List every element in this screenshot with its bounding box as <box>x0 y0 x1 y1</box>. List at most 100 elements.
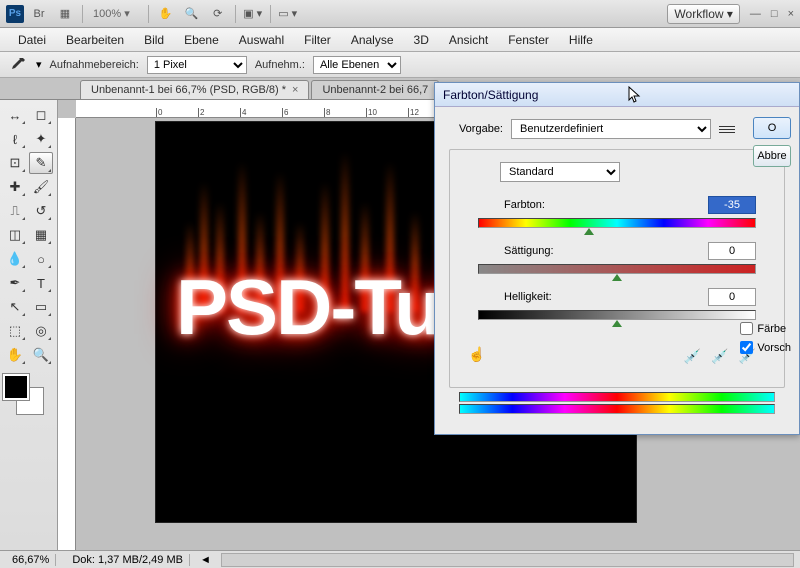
hue-input[interactable] <box>708 196 756 214</box>
menu-3d[interactable]: 3D <box>404 30 439 50</box>
saturation-input[interactable] <box>708 242 756 260</box>
preset-select[interactable]: Benutzerdefiniert <box>511 119 711 139</box>
eyedropper-tool[interactable]: ✎ <box>29 152 53 174</box>
colorize-checkbox[interactable]: Färbe <box>740 322 791 335</box>
menu-fenster[interactable]: Fenster <box>498 30 559 50</box>
options-label-aufnehm: Aufnehm.: <box>255 59 305 71</box>
slider-thumb[interactable] <box>612 274 622 281</box>
lightness-label: Helligkeit: <box>504 291 552 303</box>
separator <box>235 5 236 23</box>
application-bar: Ps Br ▦ 100% ▾ ✋ 🔍 ⟳ ▣ ▾ ▭ ▾ Workflow ▾ … <box>0 0 800 28</box>
lightness-input[interactable] <box>708 288 756 306</box>
menu-hilfe[interactable]: Hilfe <box>559 30 603 50</box>
menu-datei[interactable]: Datei <box>8 30 56 50</box>
shape-tool[interactable]: ▭ <box>29 296 53 318</box>
wand-tool[interactable]: ✦ <box>29 128 53 150</box>
hue-saturation-dialog: Farbton/Sättigung O Abbre Vorgabe: Benut… <box>434 82 800 435</box>
bridge-icon[interactable]: Br <box>28 4 50 24</box>
edit-select[interactable]: Standard <box>500 162 620 182</box>
3d-tool[interactable]: ⬚ <box>3 320 27 342</box>
status-bar: 66,67% Dok: 1,37 MB/2,49 MB ◄ <box>0 550 800 568</box>
separator <box>148 5 149 23</box>
eraser-tool[interactable]: ◫ <box>3 224 27 246</box>
pen-tool[interactable]: ✒ <box>3 272 27 294</box>
stamp-tool[interactable]: ⎍ <box>3 200 27 222</box>
marquee-tool[interactable]: ◻ <box>29 104 53 126</box>
options-bar: ▾ Aufnahmebereich: 1 Pixel Aufnehm.: All… <box>0 52 800 78</box>
menu-analyse[interactable]: Analyse <box>341 30 404 50</box>
hand-tool[interactable]: ✋ <box>3 344 27 366</box>
crop-tool[interactable]: ⊡ <box>3 152 27 174</box>
dodge-tool[interactable]: ○ <box>29 248 53 270</box>
hue-label: Farbton: <box>504 199 545 211</box>
hue-strips <box>459 392 775 414</box>
menu-ansicht[interactable]: Ansicht <box>439 30 498 50</box>
type-tool[interactable]: T <box>29 272 53 294</box>
slider-thumb[interactable] <box>612 320 622 327</box>
ok-button[interactable]: O <box>753 117 791 139</box>
doc-size[interactable]: Dok: 1,37 MB/2,49 MB <box>66 554 190 566</box>
film-icon[interactable]: ▦ <box>54 4 76 24</box>
arrange-icon[interactable]: ▣ ▾ <box>242 4 264 24</box>
zoom-tool[interactable]: 🔍 <box>29 344 53 366</box>
path-tool[interactable]: ↖ <box>3 296 27 318</box>
eyedropper-icon[interactable] <box>8 55 28 75</box>
close-icon[interactable]: × <box>788 8 794 20</box>
workspace-button[interactable]: Workflow ▾ <box>667 4 739 24</box>
hand-icon[interactable]: ✋ <box>155 4 177 24</box>
vertical-ruler <box>58 118 76 550</box>
menu-ebene[interactable]: Ebene <box>174 30 229 50</box>
saturation-label: Sättigung: <box>504 245 554 257</box>
menu-bar: Datei Bearbeiten Bild Ebene Auswahl Filt… <box>0 28 800 52</box>
lightness-row: Helligkeit: <box>468 288 766 320</box>
aufnahmebereich-select[interactable]: 1 Pixel <box>147 56 247 74</box>
hue-strip-bottom <box>459 404 775 414</box>
menu-bild[interactable]: Bild <box>134 30 174 50</box>
close-icon[interactable]: × <box>292 84 298 96</box>
separator <box>82 5 83 23</box>
rotate-icon[interactable]: ⟳ <box>207 4 229 24</box>
dialog-body: O Abbre Vorgabe: Benutzerdefiniert Stand… <box>435 107 799 434</box>
heal-tool[interactable]: ✚ <box>3 176 27 198</box>
screen-mode-icon[interactable]: ▭ ▾ <box>277 4 299 24</box>
slider-thumb[interactable] <box>584 228 594 235</box>
hue-strip-top <box>459 392 775 402</box>
color-swatches[interactable] <box>3 374 43 414</box>
menu-bearbeiten[interactable]: Bearbeiten <box>56 30 134 50</box>
lasso-tool[interactable]: ℓ <box>3 128 27 150</box>
glove-icon[interactable]: ☝ <box>468 346 485 363</box>
eyedropper-add-icon[interactable]: 💉 <box>711 348 728 365</box>
preset-menu-icon[interactable] <box>719 121 735 137</box>
menu-filter[interactable]: Filter <box>294 30 341 50</box>
lightness-slider[interactable] <box>478 310 756 320</box>
zoom-select[interactable]: 100% ▾ <box>89 5 142 22</box>
zoom-readout[interactable]: 66,67% <box>6 554 56 566</box>
horizontal-scrollbar[interactable] <box>221 553 794 567</box>
menu-auswahl[interactable]: Auswahl <box>229 30 294 50</box>
adjustment-panel: Standard Farbton: Sättigung: <box>449 149 785 388</box>
foreground-color[interactable] <box>3 374 29 400</box>
3d-camera-tool[interactable]: ◎ <box>29 320 53 342</box>
aufnehm-select[interactable]: Alle Ebenen <box>313 56 401 74</box>
scroll-left[interactable]: ◄ <box>200 554 211 566</box>
blur-tool[interactable]: 💧 <box>3 248 27 270</box>
move-tool[interactable]: ↔ <box>3 104 27 126</box>
tab-label: Unbenannt-2 bei 66,7 <box>322 84 428 96</box>
eyedropper-icon[interactable]: 💉 <box>684 348 701 365</box>
minimize-icon[interactable]: — <box>750 8 761 20</box>
zoom-icon[interactable]: 🔍 <box>181 4 203 24</box>
restore-icon[interactable]: □ <box>771 8 778 20</box>
brush-tool[interactable]: 🖌 <box>29 176 53 198</box>
cancel-button[interactable]: Abbre <box>753 145 791 167</box>
saturation-slider[interactable] <box>478 264 756 274</box>
dialog-title-bar[interactable]: Farbton/Sättigung <box>435 83 799 107</box>
history-brush-tool[interactable]: ↺ <box>29 200 53 222</box>
ps-logo: Ps <box>6 5 24 23</box>
tab-unbenannt-1[interactable]: Unbenannt-1 bei 66,7% (PSD, RGB/8) *× <box>80 80 309 99</box>
tools-palette: ↔ ◻ ℓ ✦ ⊡ ✎ ✚ 🖌 ⎍ ↺ ◫ ▦ 💧 ○ ✒ T ↖ ▭ ⬚ ◎ … <box>0 100 58 550</box>
preview-checkbox[interactable]: Vorsch <box>740 341 791 354</box>
hue-row: Farbton: <box>468 196 766 228</box>
hue-slider[interactable] <box>478 218 756 228</box>
tab-unbenannt-2[interactable]: Unbenannt-2 bei 66,7 <box>311 80 439 99</box>
gradient-tool[interactable]: ▦ <box>29 224 53 246</box>
